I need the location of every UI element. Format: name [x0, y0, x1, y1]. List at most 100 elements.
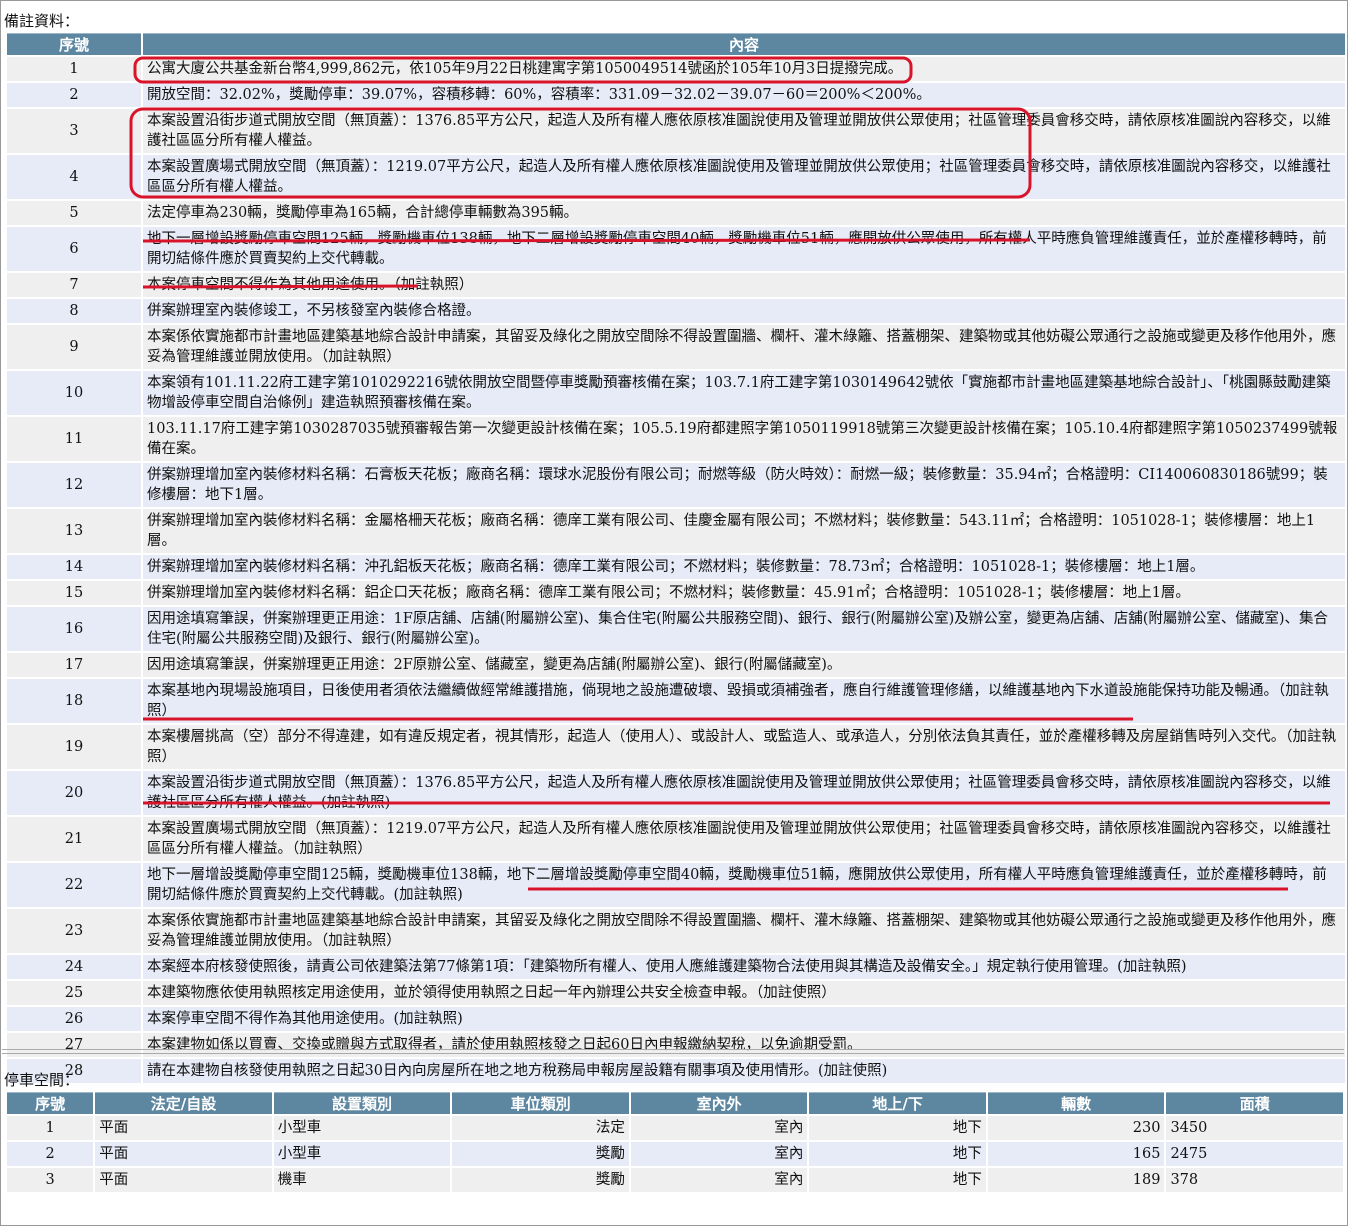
- notes-row-content: 103.11.17府工建字第1030287035號預審報告第一次變更設計核備在案…: [143, 417, 1345, 461]
- parking-row: 3 平面 機車 獎勵 室內 地下 189 378: [7, 1168, 1343, 1192]
- notes-row: 2 開放空間：32.02%，獎勵停車：39.07%，容積移轉：60%，容積率：33…: [7, 83, 1345, 107]
- notes-row-seq: 1: [7, 57, 141, 81]
- notes-row-seq: 10: [7, 371, 141, 415]
- notes-row-content: 本案領有101.11.22府工建字第1010292216號依開放空間暨停車獎勵預…: [143, 371, 1345, 415]
- notes-row: 8 併案辦理室內裝修竣工，不另核發室內裝修合格證。: [7, 299, 1345, 323]
- header-legal: 法定/自設: [95, 1092, 272, 1114]
- notes-row: 22 地下一層增設獎勵停車空間125輛，獎勵機車位138輛，地下二層增設獎勵停車空…: [7, 863, 1345, 907]
- parking-cell-level: 地下: [809, 1116, 986, 1140]
- notes-row-content: 開放空間：32.02%，獎勵停車：39.07%，容積移轉：60%，容積率：331…: [143, 83, 1345, 107]
- parking-row: 1 平面 小型車 法定 室內 地下 230 3450: [7, 1116, 1343, 1140]
- parking-row: 2 平面 小型車 獎勵 室內 地下 165 2475: [7, 1142, 1343, 1166]
- notes-row-seq: 3: [7, 109, 141, 153]
- notes-row-seq: 14: [7, 555, 141, 579]
- notes-row: 15 併案辦理增加室內裝修材料名稱：鋁企口天花板；廠商名稱：德庠工業有限公司；不燃…: [7, 581, 1345, 605]
- notes-row-seq: 6: [7, 227, 141, 271]
- notes-row-content: 因用途填寫筆誤，併案辦理更正用途：2F原辦公室、儲藏室，變更為店舖(附屬辦公室)…: [143, 653, 1345, 677]
- notes-row: 28 請在本建物自核發使用執照之日起30日內向房屋所在地之地方稅務局申報房屋設籍有…: [7, 1059, 1345, 1083]
- parking-cell-indoor-outdoor: 室內: [630, 1116, 808, 1140]
- notes-row-content: 併案辦理室內裝修竣工，不另核發室內裝修合格證。: [143, 299, 1345, 323]
- notes-row-seq: 13: [7, 509, 141, 553]
- notes-row-seq: 26: [7, 1007, 141, 1031]
- notes-row-seq: 9: [7, 325, 141, 369]
- notes-row-content: 併案辦理增加室內裝修材料名稱：金屬格柵天花板；廠商名稱：德庠工業有限公司、佳慶金…: [143, 509, 1345, 553]
- notes-row-seq: 15: [7, 581, 141, 605]
- notes-row-content: 地下一層增設獎勵停車空間125輛，獎勵機車位138輛，地下二層增設獎勵停車空間4…: [143, 227, 1345, 271]
- section-divider: [2, 1049, 1344, 1054]
- notes-row-seq: 4: [7, 155, 141, 199]
- notes-row-seq: 16: [7, 607, 141, 651]
- parking-table: 序號 法定/自設 設置類別 車位類別 室內外 地上/下 輛數 面積 1 平面 小型車…: [5, 1090, 1345, 1194]
- notes-row: 20 本案設置沿街步道式開放空間（無頂蓋）：1376.85平方公尺，起造人及所有權…: [7, 771, 1345, 815]
- parking-cell-legal: 平面: [95, 1116, 272, 1140]
- notes-row: 1 公寓大廈公共基金新台幣4,999,862元，依105年9月22日桃建寓字第10…: [7, 57, 1345, 81]
- notes-row: 19 本案樓層挑高（空）部分不得違建，如有違反規定者，視其情形，起造人（使用人）、…: [7, 725, 1345, 769]
- header-type: 設置類別: [273, 1092, 451, 1114]
- notes-row: 7 本案停車空間不得作為其他用途使用。（加註執照）: [7, 273, 1345, 297]
- parking-cell-indoor-outdoor: 室內: [630, 1142, 808, 1166]
- notes-row-content: 法定停車為230輛，獎勵停車為165輛，合計總停車輛數為395輛。: [143, 201, 1345, 225]
- notes-row-seq: 7: [7, 273, 141, 297]
- notes-row: 6 地下一層增設獎勵停車空間125輛，獎勵機車位138輛，地下二層增設獎勵停車空間…: [7, 227, 1345, 271]
- notes-row: 21 本案設置廣場式開放空間（無頂蓋）：1219.07平方公尺，起造人及所有權人應…: [7, 817, 1345, 861]
- notes-row: 3 本案設置沿街步道式開放空間（無頂蓋）：1376.85平方公尺，起造人及所有權人…: [7, 109, 1345, 153]
- notes-row-content: 併案辦理增加室內裝修材料名稱：石膏板天花板；廠商名稱：環球水泥股份有限公司；耐燃…: [143, 463, 1345, 507]
- parking-cell-seq: 1: [7, 1116, 94, 1140]
- notes-row-seq: 12: [7, 463, 141, 507]
- notes-row-content: 本建築物應依使用執照核定用途使用，並於領得使用執照之日起一年內辦理公共安全檢查申…: [143, 981, 1345, 1005]
- notes-row: 9 本案係依實施都市計畫地區建築基地綜合設計申請案，其留妥及綠化之開放空間除不得設…: [7, 325, 1345, 369]
- notes-row-content: 公寓大廈公共基金新台幣4,999,862元，依105年9月22日桃建寓字第105…: [143, 57, 1345, 81]
- header-category: 車位類別: [452, 1092, 629, 1114]
- parking-cell-type: 小型車: [273, 1142, 451, 1166]
- notes-row: 11 103.11.17府工建字第1030287035號預審報告第一次變更設計核備…: [7, 417, 1345, 461]
- notes-row: 18 本案基地內現場設施項目，日後使用者須依法繼續做經常維護措施，倘現地之設施遭破…: [7, 679, 1345, 723]
- notes-row-seq: 11: [7, 417, 141, 461]
- header-count: 輛數: [987, 1092, 1165, 1114]
- notes-row-seq: 17: [7, 653, 141, 677]
- parking-section-title: 停車空間：: [4, 1071, 80, 1089]
- header-area: 面積: [1166, 1092, 1343, 1114]
- parking-cell-type: 機車: [273, 1168, 451, 1192]
- notes-row: 26 本案停車空間不得作為其他用途使用。(加註執照): [7, 1007, 1345, 1031]
- header-content: 內容: [143, 33, 1345, 55]
- header-seq: 序號: [7, 33, 141, 55]
- parking-cell-category: 獎勵: [452, 1142, 629, 1166]
- notes-row-seq: 18: [7, 679, 141, 723]
- notes-row-seq: 5: [7, 201, 141, 225]
- notes-row-content: 本案停車空間不得作為其他用途使用。(加註執照): [143, 1007, 1345, 1031]
- parking-cell-area: 3450: [1166, 1116, 1343, 1140]
- notes-row-seq: 2: [7, 83, 141, 107]
- notes-row: 12 併案辦理增加室內裝修材料名稱：石膏板天花板；廠商名稱：環球水泥股份有限公司；…: [7, 463, 1345, 507]
- notes-row-seq: 24: [7, 955, 141, 979]
- notes-row-seq: 21: [7, 817, 141, 861]
- notes-row-content: 本案係依實施都市計畫地區建築基地綜合設計申請案，其留妥及綠化之開放空間除不得設置…: [143, 909, 1345, 953]
- header-level: 地上/下: [809, 1092, 986, 1114]
- notes-row: 25 本建築物應依使用執照核定用途使用，並於領得使用執照之日起一年內辦理公共安全檢…: [7, 981, 1345, 1005]
- notes-row: 4 本案設置廣場式開放空間（無頂蓋）：1219.07平方公尺，起造人及所有權人應依…: [7, 155, 1345, 199]
- header-indoor-outdoor: 室內外: [630, 1092, 808, 1114]
- notes-row-content: 本案係依實施都市計畫地區建築基地綜合設計申請案，其留妥及綠化之開放空間除不得設置…: [143, 325, 1345, 369]
- notes-row-content: 本案設置沿街步道式開放空間（無頂蓋）：1376.85平方公尺，起造人及所有權人應…: [143, 771, 1345, 815]
- parking-header-row: 序號 法定/自設 設置類別 車位類別 室內外 地上/下 輛數 面積: [7, 1092, 1343, 1114]
- notes-row-seq: 25: [7, 981, 141, 1005]
- notes-row-seq: 8: [7, 299, 141, 323]
- parking-cell-legal: 平面: [95, 1168, 272, 1192]
- notes-table: 序號 內容 1 公寓大廈公共基金新台幣4,999,862元，依105年9月22日桃…: [5, 31, 1347, 1085]
- notes-row-content: 本案經本府核發使照後，請責公司依建築法第77條第1項：「建築物所有權人、使用人應…: [143, 955, 1345, 979]
- parking-cell-count: 165: [987, 1142, 1165, 1166]
- parking-cell-category: 法定: [452, 1116, 629, 1140]
- notes-row-content: 併案辦理增加室內裝修材料名稱：鋁企口天花板；廠商名稱：德庠工業有限公司；不燃材料…: [143, 581, 1345, 605]
- notes-row-content: 地下一層增設獎勵停車空間125輛，獎勵機車位138輛，地下二層增設獎勵停車空間4…: [143, 863, 1345, 907]
- notes-row-content: 本案設置廣場式開放空間（無頂蓋）：1219.07平方公尺，起造人及所有權人應依原…: [143, 155, 1345, 199]
- parking-cell-type: 小型車: [273, 1116, 451, 1140]
- header-seq: 序號: [7, 1092, 94, 1114]
- parking-cell-count: 189: [987, 1168, 1165, 1192]
- notes-row-seq: 23: [7, 909, 141, 953]
- notes-row: 23 本案係依實施都市計畫地區建築基地綜合設計申請案，其留妥及綠化之開放空間除不得…: [7, 909, 1345, 953]
- parking-cell-indoor-outdoor: 室內: [630, 1168, 808, 1192]
- notes-row: 24 本案經本府核發使照後，請責公司依建築法第77條第1項：「建築物所有權人、使用…: [7, 955, 1345, 979]
- notes-row-content: 本案設置沿街步道式開放空間（無頂蓋）：1376.85平方公尺，起造人及所有權人應…: [143, 109, 1345, 153]
- notes-section-title: 備註資料：: [4, 12, 80, 30]
- notes-row: 16 因用途填寫筆誤，併案辦理更正用途：1F原店舖、店舖(附屬辦公室)、集合住宅(…: [7, 607, 1345, 651]
- parking-cell-level: 地下: [809, 1168, 986, 1192]
